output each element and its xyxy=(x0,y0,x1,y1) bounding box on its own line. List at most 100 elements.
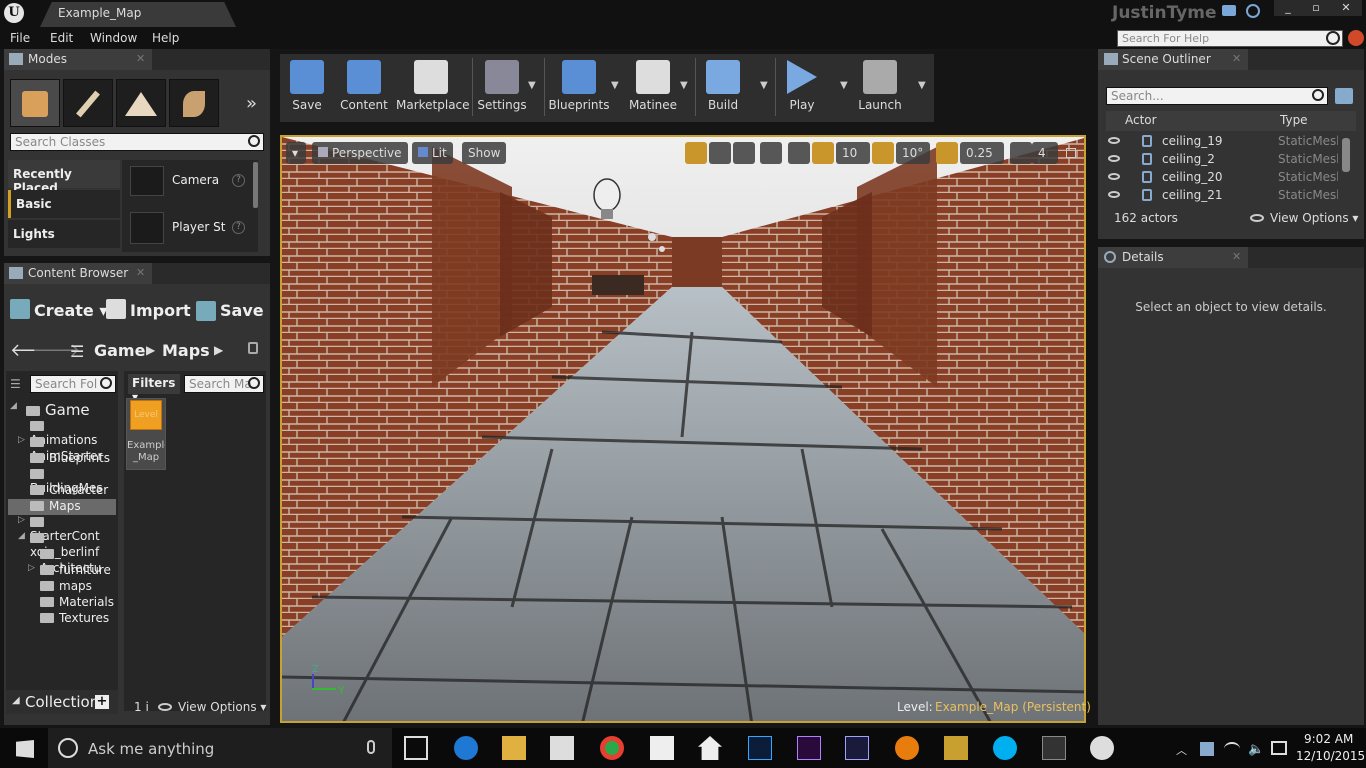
scale-snap-value[interactable]: 0.25 xyxy=(960,142,1004,164)
folder-character[interactable]: Character xyxy=(8,483,116,499)
lock-icon[interactable] xyxy=(248,342,258,354)
content-toolbar-button[interactable]: Content xyxy=(336,54,392,120)
photoshop-icon[interactable] xyxy=(748,736,772,760)
outliner-row[interactable]: ceiling_21 StaticMesh xyxy=(1106,186,1340,204)
place-mode-icon[interactable] xyxy=(10,79,60,127)
menu-edit[interactable]: Edit xyxy=(50,31,73,45)
scale-icon[interactable] xyxy=(733,142,755,164)
class-list-scrollbar[interactable] xyxy=(253,162,258,208)
expand-arrow-icon[interactable]: ▷ xyxy=(28,563,35,573)
wifi-icon[interactable] xyxy=(1224,742,1240,756)
blender-icon[interactable] xyxy=(895,736,919,760)
outliner-row[interactable]: ceiling_19 StaticMesh xyxy=(1106,132,1340,150)
close-tab-icon[interactable]: ✕ xyxy=(1232,250,1241,263)
column-actor[interactable]: Actor xyxy=(1125,113,1157,127)
premiere-icon[interactable] xyxy=(797,736,821,760)
expand-arrow-icon[interactable]: ▷ xyxy=(18,515,25,525)
path-crumb-maps[interactable]: Maps xyxy=(162,341,210,360)
close-tab-icon[interactable]: ✕ xyxy=(1232,52,1241,65)
category-recently-placed[interactable]: Recently Placed xyxy=(8,160,120,195)
category-basic[interactable]: Basic xyxy=(8,190,120,218)
translate-icon[interactable] xyxy=(685,142,707,164)
marketplace-toolbar-button[interactable]: Marketplace xyxy=(396,54,470,120)
scale-snap-icon[interactable] xyxy=(936,142,958,164)
help-icon[interactable]: ? xyxy=(232,174,245,187)
dropdown-arrow-icon[interactable]: ▼ xyxy=(918,80,926,91)
folder-game[interactable]: ◢ Game xyxy=(8,401,116,419)
class-item-player-start[interactable]: Player St xyxy=(172,220,225,234)
stop-icon[interactable] xyxy=(1348,30,1364,46)
maximize-button[interactable]: ▫ xyxy=(1302,0,1330,16)
windows-start-icon[interactable] xyxy=(16,740,34,758)
help-search-input[interactable]: Search For Help xyxy=(1117,30,1343,47)
viewport-menu-button[interactable]: ▾ xyxy=(286,142,306,164)
folder-blueprints[interactable]: Blueprints xyxy=(8,451,116,467)
details-tab[interactable]: Details xyxy=(1098,247,1248,268)
dropdown-arrow-icon[interactable]: ▼ xyxy=(680,80,688,91)
camera-speed-icon[interactable] xyxy=(1010,142,1032,164)
expand-arrow-icon[interactable]: ◢ xyxy=(10,401,17,411)
folder-xoio_berlinf[interactable]: ◢ xoio_berlinf xyxy=(8,531,116,559)
close-button[interactable]: ✕ xyxy=(1330,0,1362,16)
notifications-icon[interactable] xyxy=(1271,741,1287,755)
rotation-snap-icon[interactable] xyxy=(872,142,894,164)
document-tab[interactable]: Example_Map xyxy=(40,2,236,27)
task-view-icon[interactable] xyxy=(404,736,428,760)
microphone-icon[interactable] xyxy=(367,740,375,754)
feedback-icon[interactable] xyxy=(1222,5,1236,16)
folder-textures[interactable]: Textures xyxy=(8,611,116,627)
chrome-icon[interactable] xyxy=(600,736,624,760)
visibility-eye-icon[interactable] xyxy=(1108,155,1120,162)
edge-icon[interactable] xyxy=(454,736,478,760)
path-crumb-game[interactable]: Game xyxy=(94,341,145,360)
notepad-icon[interactable] xyxy=(650,736,674,760)
lit-button[interactable]: Lit xyxy=(412,142,453,164)
perspective-button[interactable]: Perspective xyxy=(312,142,408,164)
collapse-arrow-icon[interactable]: ◢ xyxy=(12,695,20,706)
class-item-camera[interactable]: Camera xyxy=(172,173,219,187)
play-toolbar-button[interactable]: Play xyxy=(776,54,828,120)
folder-architectu[interactable]: Architectu xyxy=(8,547,116,575)
volume-icon[interactable]: 🔈 xyxy=(1248,742,1264,757)
grid-size-value[interactable]: 10 xyxy=(836,142,870,164)
epic-games-icon[interactable] xyxy=(1042,736,1066,760)
dropdown-arrow-icon[interactable]: ▼ xyxy=(528,80,536,91)
world-space-icon[interactable] xyxy=(760,142,782,164)
paint-mode-icon[interactable] xyxy=(63,79,113,127)
add-collection-icon[interactable]: + xyxy=(95,695,109,709)
search-classes-input[interactable]: Search Classes xyxy=(10,133,264,151)
expand-arrow-icon[interactable]: ▷ xyxy=(18,435,25,445)
outliner-view-options-button[interactable]: View Options ▾ xyxy=(1270,211,1358,225)
file-explorer-icon[interactable] xyxy=(502,736,526,760)
maximize-viewport-icon[interactable] xyxy=(1066,148,1076,158)
content-view-options-button[interactable]: View Options ▾ xyxy=(178,700,266,714)
launch-toolbar-button[interactable]: Launch xyxy=(852,54,908,120)
close-tab-icon[interactable]: ✕ xyxy=(136,266,145,279)
landscape-mode-icon[interactable] xyxy=(116,79,166,127)
category-lights[interactable]: Lights xyxy=(8,220,120,248)
dropdown-arrow-icon[interactable]: ▼ xyxy=(760,80,768,91)
outliner-row[interactable]: ceiling_2 StaticMesh xyxy=(1106,150,1340,168)
level-viewport[interactable] xyxy=(280,135,1086,723)
visibility-eye-icon[interactable] xyxy=(1108,191,1120,198)
more-modes-icon[interactable]: » xyxy=(246,93,257,114)
dropdown-arrow-icon[interactable]: ▼ xyxy=(840,80,848,91)
folder-maps[interactable]: maps xyxy=(8,579,116,595)
matinee-toolbar-button[interactable]: Matinee xyxy=(624,54,682,120)
folder-animstarter[interactable]: ▷ AnimStarter xyxy=(8,435,116,463)
folder-buildingmes[interactable]: BuildingMes xyxy=(8,467,116,495)
camera-speed-value[interactable]: 4 xyxy=(1032,142,1058,164)
store-icon[interactable] xyxy=(550,736,574,760)
visibility-eye-icon[interactable] xyxy=(1108,173,1120,180)
add-actor-icon[interactable] xyxy=(1335,88,1353,104)
grid-snap-icon[interactable] xyxy=(812,142,834,164)
filters-button[interactable]: Filters ▾ xyxy=(128,374,180,404)
help-icon[interactable]: ? xyxy=(232,221,245,234)
dropbox-icon[interactable] xyxy=(1200,742,1214,756)
show-hidden-icons-icon[interactable]: ︿ xyxy=(1176,742,1187,758)
path-list-icon[interactable]: ☰ xyxy=(70,342,84,361)
unreal-editor-icon[interactable] xyxy=(1090,736,1114,760)
import-button[interactable]: Import xyxy=(130,301,191,320)
clock-time[interactable]: 9:02 AM xyxy=(1304,732,1353,746)
column-type[interactable]: Type xyxy=(1280,113,1308,127)
